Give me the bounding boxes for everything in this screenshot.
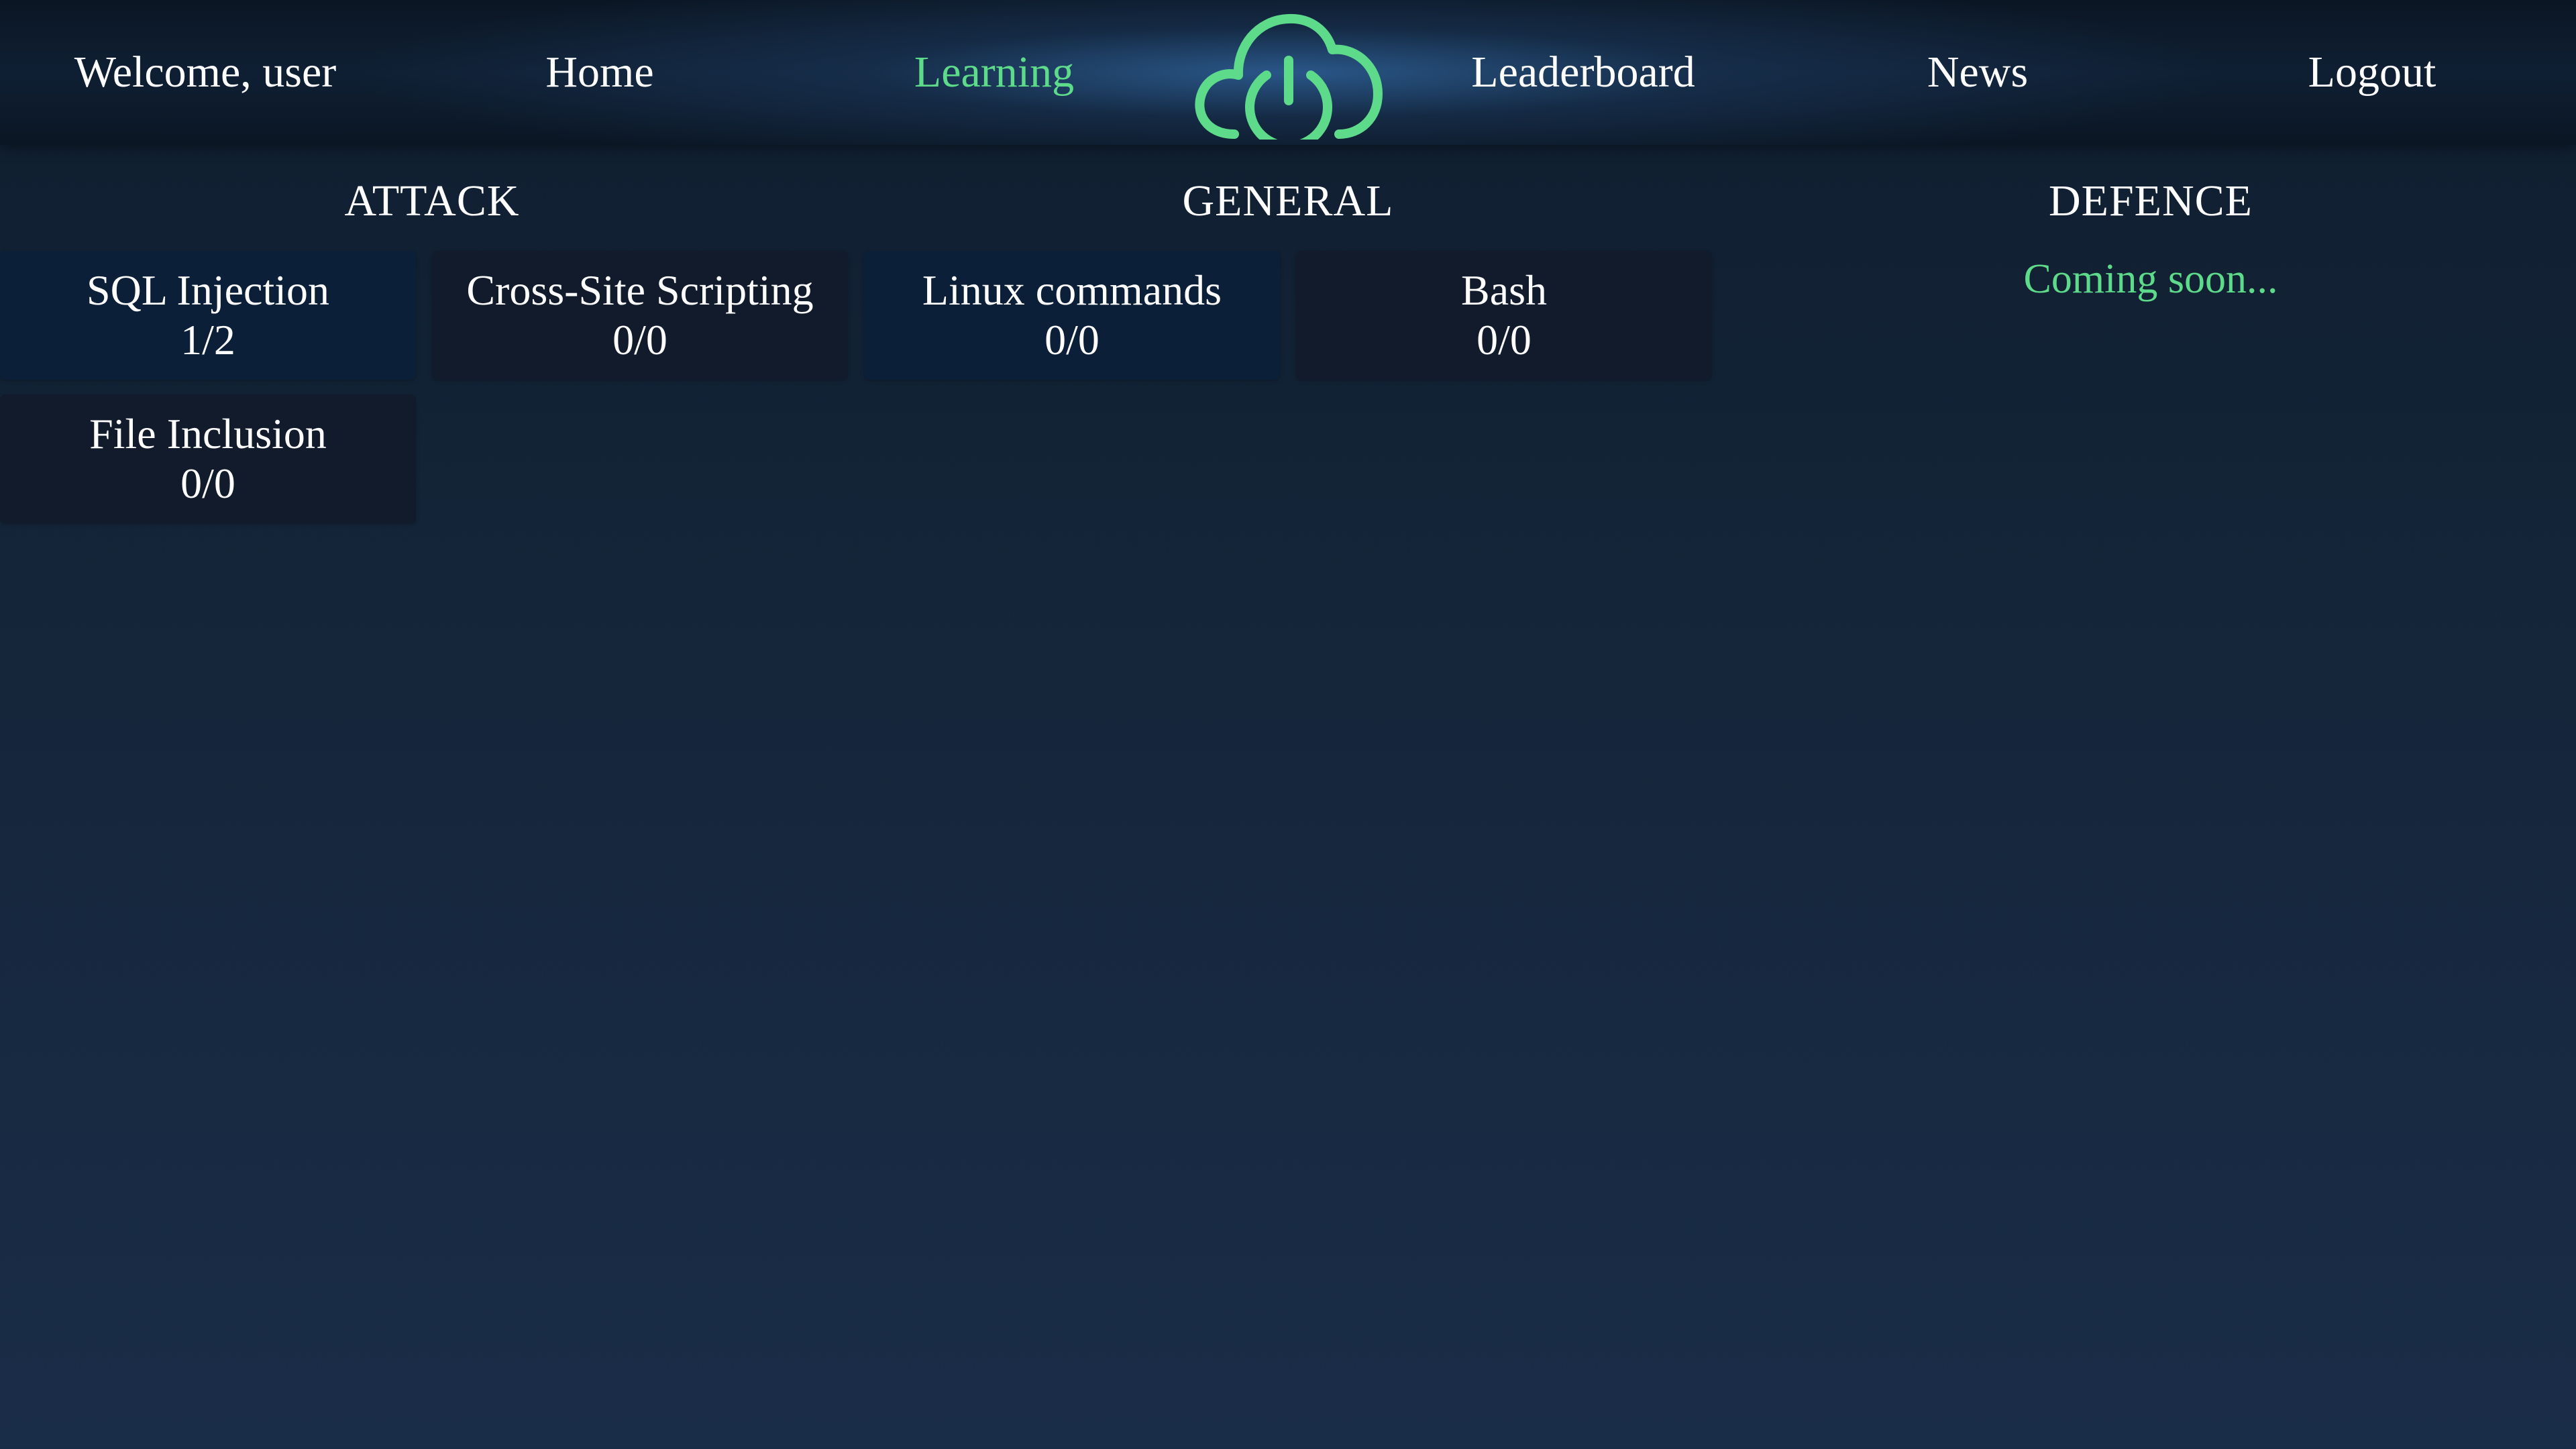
topic-card-title: Linux commands [922, 266, 1222, 314]
topic-card-cross-site-scripting[interactable]: Cross-Site Scripting 0/0 [432, 251, 848, 380]
nav-link-news[interactable]: News [1780, 0, 2175, 145]
cloud-power-icon[interactable] [1187, 5, 1389, 140]
nav-link-learning[interactable]: Learning [797, 0, 1191, 145]
topic-card-bash[interactable]: Bash 0/0 [1296, 251, 1712, 380]
section-title-defence: DEFENCE [2049, 176, 2253, 225]
section-title-general: GENERAL [1182, 176, 1394, 225]
topic-card-title: File Inclusion [89, 410, 327, 458]
welcome-message: Welcome, user [74, 48, 337, 97]
topic-card-linux-commands[interactable]: Linux commands 0/0 [864, 251, 1280, 380]
topic-card-progress: 0/0 [1044, 316, 1099, 364]
topic-card-progress: 0/0 [180, 460, 235, 507]
topic-card-progress: 0/0 [612, 316, 667, 364]
section-title-attack: ATTACK [344, 176, 520, 225]
topic-card-title: Cross-Site Scripting [466, 266, 814, 314]
topic-card-progress: 1/2 [180, 316, 235, 364]
topic-card-progress: 0/0 [1477, 316, 1532, 364]
nav-link-home[interactable]: Home [402, 0, 797, 145]
nav-link-logout[interactable]: Logout [2175, 0, 2569, 145]
topic-card-title: Bash [1461, 266, 1547, 314]
topic-card-title: SQL Injection [87, 266, 329, 314]
topic-card-file-inclusion[interactable]: File Inclusion 0/0 [0, 394, 416, 523]
topic-card-sql-injection[interactable]: SQL Injection 1/2 [0, 251, 416, 380]
nav-link-leaderboard[interactable]: Leaderboard [1386, 0, 1780, 145]
top-navbar: Welcome, user Home Learning Leaderboard … [0, 0, 2576, 145]
defence-coming-soon: Coming soon... [2023, 256, 2278, 302]
